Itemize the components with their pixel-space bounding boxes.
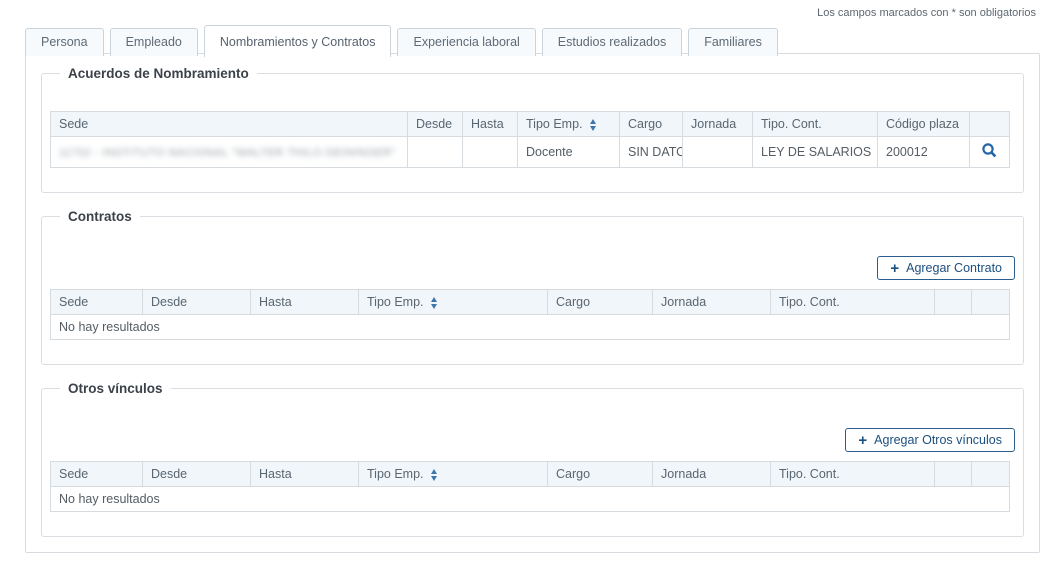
section-contratos: Contratos + Agregar Contrato Sede Desde H… bbox=[41, 209, 1024, 365]
view-detail-button[interactable] bbox=[981, 142, 998, 159]
contratos-empty-row: No hay resultados bbox=[51, 315, 1010, 340]
col-header-actions-2 bbox=[972, 462, 1010, 487]
col-header-jornada: Jornada bbox=[653, 290, 771, 315]
cell-hasta bbox=[463, 137, 518, 168]
tab-nombramientos-y-contratos[interactable]: Nombramientos y Contratos bbox=[204, 25, 392, 57]
col-header-desde: Desde bbox=[143, 290, 251, 315]
agregar-otros-vinculos-button[interactable]: + Agregar Otros vínculos bbox=[845, 428, 1015, 452]
col-header-tipo-emp-label: Tipo Emp. bbox=[367, 467, 424, 481]
col-header-sede: Sede bbox=[51, 462, 143, 487]
col-header-hasta: Hasta bbox=[251, 462, 359, 487]
tab-empleado[interactable]: Empleado bbox=[110, 28, 198, 56]
tab-familiares[interactable]: Familiares bbox=[688, 28, 778, 56]
cell-cargo: SIN DATO bbox=[620, 137, 683, 168]
cell-desde bbox=[408, 137, 463, 168]
plus-icon: + bbox=[858, 434, 867, 447]
magnifier-icon bbox=[981, 142, 998, 159]
tab-experiencia-laboral[interactable]: Experiencia laboral bbox=[397, 28, 535, 56]
section-title-contratos: Contratos bbox=[60, 209, 140, 224]
col-header-tipo-emp-sortable[interactable]: Tipo Emp. bbox=[359, 290, 548, 315]
nombramientos-table: Sede Desde Hasta Tipo Emp. Cargo Jornada… bbox=[50, 111, 1010, 168]
sort-arrows-icon bbox=[590, 119, 596, 131]
col-header-cargo: Cargo bbox=[548, 462, 653, 487]
otros-vinculos-empty-row: No hay resultados bbox=[51, 487, 1010, 512]
col-header-hasta: Hasta bbox=[251, 290, 359, 315]
col-header-tipo-emp-sortable[interactable]: Tipo Emp. bbox=[359, 462, 548, 487]
sort-arrows-icon bbox=[431, 297, 437, 309]
col-header-cargo: Cargo bbox=[620, 112, 683, 137]
col-header-cargo: Cargo bbox=[548, 290, 653, 315]
nombramientos-header-row: Sede Desde Hasta Tipo Emp. Cargo Jornada… bbox=[51, 112, 1010, 137]
cell-sede: 11702 - INSTITUTO NACIONAL "WALTER THILO… bbox=[51, 137, 408, 168]
col-header-tipo-cont: Tipo. Cont. bbox=[753, 112, 878, 137]
required-fields-note: Los campos marcados con * son obligatori… bbox=[817, 7, 1036, 19]
col-header-codigo-plaza: Código plaza bbox=[878, 112, 970, 137]
no-results-text: No hay resultados bbox=[51, 315, 1010, 340]
section-title-otros-vinculos: Otros vínculos bbox=[60, 381, 171, 396]
cell-codigo-plaza: 200012 bbox=[878, 137, 970, 168]
section-otros-vinculos: Otros vínculos + Agregar Otros vínculos S… bbox=[41, 381, 1024, 537]
otros-vinculos-table: Sede Desde Hasta Tipo Emp. Cargo Jornada… bbox=[50, 461, 1010, 512]
col-header-sede: Sede bbox=[51, 112, 408, 137]
agregar-contrato-button[interactable]: + Agregar Contrato bbox=[877, 256, 1015, 280]
no-results-text: No hay resultados bbox=[51, 487, 1010, 512]
col-header-hasta: Hasta bbox=[463, 112, 518, 137]
agregar-otros-vinculos-label: Agregar Otros vínculos bbox=[874, 433, 1002, 447]
col-header-actions-1 bbox=[935, 290, 972, 315]
tab-estudios-realizados[interactable]: Estudios realizados bbox=[542, 28, 682, 56]
col-header-desde: Desde bbox=[408, 112, 463, 137]
col-header-tipo-emp-sortable[interactable]: Tipo Emp. bbox=[518, 112, 620, 137]
col-header-jornada: Jornada bbox=[683, 112, 753, 137]
contratos-table: Sede Desde Hasta Tipo Emp. Cargo Jornada… bbox=[50, 289, 1010, 340]
agregar-contrato-label: Agregar Contrato bbox=[906, 261, 1002, 275]
sort-arrows-icon bbox=[431, 469, 437, 481]
cell-jornada bbox=[683, 137, 753, 168]
col-header-actions-1 bbox=[935, 462, 972, 487]
col-header-sede: Sede bbox=[51, 290, 143, 315]
otros-vinculos-header-row: Sede Desde Hasta Tipo Emp. Cargo Jornada… bbox=[51, 462, 1010, 487]
col-header-tipo-cont: Tipo. Cont. bbox=[771, 462, 935, 487]
tab-bar: Persona Empleado Nombramientos y Contrat… bbox=[25, 25, 778, 56]
contratos-header-row: Sede Desde Hasta Tipo Emp. Cargo Jornada… bbox=[51, 290, 1010, 315]
section-acuerdos-de-nombramiento: Acuerdos de Nombramiento Sede Desde Hast… bbox=[41, 66, 1024, 193]
col-header-actions-2 bbox=[972, 290, 1010, 315]
cell-tipo-emp: Docente bbox=[518, 137, 620, 168]
nombramiento-row: 11702 - INSTITUTO NACIONAL "WALTER THILO… bbox=[51, 137, 1010, 168]
col-header-tipo-emp-label: Tipo Emp. bbox=[526, 117, 583, 131]
tab-persona[interactable]: Persona bbox=[25, 28, 104, 56]
redacted-sede-text: 11702 - INSTITUTO NACIONAL "WALTER THILO… bbox=[59, 147, 396, 159]
section-title-acuerdos: Acuerdos de Nombramiento bbox=[60, 66, 257, 81]
plus-icon: + bbox=[890, 262, 899, 275]
col-header-jornada: Jornada bbox=[653, 462, 771, 487]
tab-content-panel: Acuerdos de Nombramiento Sede Desde Hast… bbox=[25, 53, 1040, 553]
col-header-desde: Desde bbox=[143, 462, 251, 487]
cell-tipo-cont: LEY DE SALARIOS bbox=[753, 137, 878, 168]
col-header-actions bbox=[970, 112, 1010, 137]
col-header-tipo-emp-label: Tipo Emp. bbox=[367, 295, 424, 309]
col-header-tipo-cont: Tipo. Cont. bbox=[771, 290, 935, 315]
cell-actions bbox=[970, 137, 1010, 168]
